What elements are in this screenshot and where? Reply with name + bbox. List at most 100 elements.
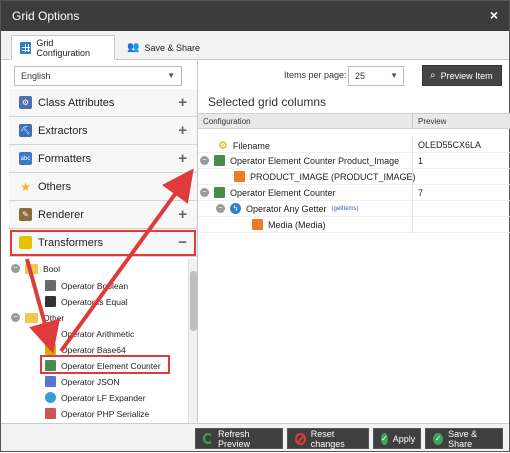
column-label: PRODUCT_IMAGE (PRODUCT_IMAGE) [250, 171, 416, 182]
star-icon: ★ [20, 179, 31, 194]
transformer-icon [19, 236, 32, 249]
accordion-label: Renderer [38, 208, 84, 221]
right-toolbar: Items per page: 25 ▼ ⌕ Preview Item [198, 61, 510, 91]
calculator-icon [45, 328, 56, 339]
tree-item[interactable]: Operator Arithmetic [45, 326, 134, 341]
tree-label: Operator JSON [61, 376, 120, 387]
button-label: Apply [392, 433, 416, 444]
divider [412, 201, 413, 217]
tree-item[interactable]: Operator JSON [45, 374, 120, 389]
cancel-icon [295, 432, 306, 445]
chevron-down-icon: ▼ [390, 71, 398, 80]
collapse-icon[interactable]: − [200, 156, 209, 165]
getter-sub: (getItems) [331, 205, 359, 212]
divider [412, 153, 413, 169]
collapse-icon[interactable]: − [178, 234, 187, 251]
column-row[interactable]: − ϟ Operator Any Getter (getItems) [198, 201, 510, 217]
divider [412, 169, 413, 185]
column-label: Filename [232, 140, 270, 151]
button-label: Preview Item [440, 70, 493, 81]
collapse-icon[interactable]: − [11, 264, 20, 273]
language-value: English [21, 71, 51, 81]
expand-icon[interactable]: + [178, 178, 187, 195]
expand-icon[interactable]: + [178, 122, 187, 139]
tab-bar: Grid Configuration 👥 Save & Share [1, 31, 509, 60]
tree-folder[interactable]: − Bool [11, 261, 60, 276]
json-icon [45, 376, 56, 387]
column-label: Operator Element Counter [230, 187, 336, 198]
pencil-icon: ✎ [19, 208, 32, 221]
expand-icon[interactable]: + [178, 150, 187, 167]
highlight-box [40, 355, 170, 374]
tree-label: Operator PHP Serialize [61, 408, 150, 419]
tree-label: Operator LF Expander [61, 392, 146, 403]
tree-folder[interactable]: − Other [11, 310, 64, 325]
accordion-label: Extractors [38, 124, 88, 137]
items-per-page-select[interactable]: 25 ▼ [348, 66, 404, 86]
tree-label: Operator Boolean [61, 280, 129, 291]
tab-label: Save & Share [144, 42, 200, 53]
gears-icon: ⚙ [19, 96, 32, 109]
column-row[interactable]: Media (Media) [198, 217, 510, 233]
reset-changes-button[interactable]: Reset changes [287, 428, 369, 449]
folder-icon [25, 263, 38, 274]
accordion-others[interactable]: ★ Others + [9, 173, 197, 201]
selected-columns-title: Selected grid columns [208, 95, 327, 109]
expand-icon[interactable]: + [178, 206, 187, 223]
column-preview: OLED55CX6LA [418, 140, 482, 150]
accordion-label: Formatters [38, 152, 92, 165]
counter-icon [214, 155, 225, 166]
tab-label: Grid Configuration [36, 37, 90, 58]
close-icon[interactable]: × [490, 7, 498, 23]
tree-label: Operator Is Equal [61, 296, 128, 307]
column-row[interactable]: ⚙ Filename OLED55CX6LA [198, 137, 510, 153]
chevron-down-icon: ▼ [167, 71, 175, 80]
tab-grid-configuration[interactable]: Grid Configuration [11, 35, 115, 60]
equal-icon [45, 296, 56, 307]
scrollbar-thumb[interactable] [190, 271, 197, 331]
refresh-preview-button[interactable]: Refresh Preview [195, 428, 283, 449]
accordion-transformers[interactable]: Transformers − [9, 229, 197, 257]
collapse-icon[interactable]: − [200, 188, 209, 197]
check-icon: ✓ [433, 432, 444, 445]
left-panel: English ▼ ⚙ Class Attributes + ⛏ Extract… [9, 61, 197, 423]
column-row[interactable]: − Operator Element Counter 7 [198, 185, 510, 201]
save-share-button[interactable]: ✓ Save & Share [425, 428, 503, 449]
tab-save-share[interactable]: 👥 Save & Share [119, 35, 213, 60]
dialog-title: Grid Options [12, 9, 80, 23]
gear-icon: ⚙ [218, 140, 228, 152]
accordion-label: Others [38, 180, 72, 193]
language-select[interactable]: English ▼ [14, 66, 182, 86]
accordion-extractors[interactable]: ⛏ Extractors + [9, 117, 197, 145]
accordion-formatters[interactable]: abc Formatters + [9, 145, 197, 173]
tree-item[interactable]: Operator LF Expander [45, 390, 146, 405]
lightning-icon: ϟ [230, 203, 241, 214]
tree-scrollbar[interactable] [188, 259, 197, 423]
divider [412, 217, 413, 233]
divider [412, 185, 413, 201]
title-bar: Grid Options × [1, 1, 509, 31]
tree-item[interactable]: Operator Boolean [45, 278, 128, 293]
tree-label: Operator Arithmetic [61, 328, 135, 339]
columns-table-header: Configuration Preview [198, 113, 510, 129]
expand-icon[interactable]: + [178, 94, 187, 111]
column-preview: 1 [418, 156, 424, 166]
accordion-label: Class Attributes [38, 96, 115, 109]
apply-button[interactable]: ✓ Apply [373, 428, 421, 449]
check-icon: ✓ [381, 432, 388, 445]
transformers-tree: − Bool Operator Boolean Operator Is Equa… [9, 259, 197, 423]
column-row[interactable]: PRODUCT_IMAGE (PRODUCT_IMAGE) [198, 169, 510, 185]
preview-item-button[interactable]: ⌕ Preview Item [422, 65, 502, 86]
header-preview: Preview [412, 114, 451, 128]
collapse-icon[interactable]: − [216, 204, 225, 213]
tree-item[interactable]: Operator Is Equal [45, 294, 128, 309]
base64-icon [45, 344, 56, 355]
accordion-label: Transformers [38, 236, 103, 249]
column-row[interactable]: − Operator Element Counter Product_Image… [198, 153, 510, 169]
column-label: Operator Any Getter [246, 203, 327, 214]
accordion-class-attributes[interactable]: ⚙ Class Attributes + [9, 89, 197, 117]
collapse-icon[interactable]: − [11, 313, 20, 322]
tree-item[interactable]: Operator PHP Serialize [45, 406, 149, 421]
dialog-footer: Refresh Preview Reset changes ✓ Apply ✓ … [1, 423, 509, 451]
accordion-renderer[interactable]: ✎ Renderer + [9, 201, 197, 229]
